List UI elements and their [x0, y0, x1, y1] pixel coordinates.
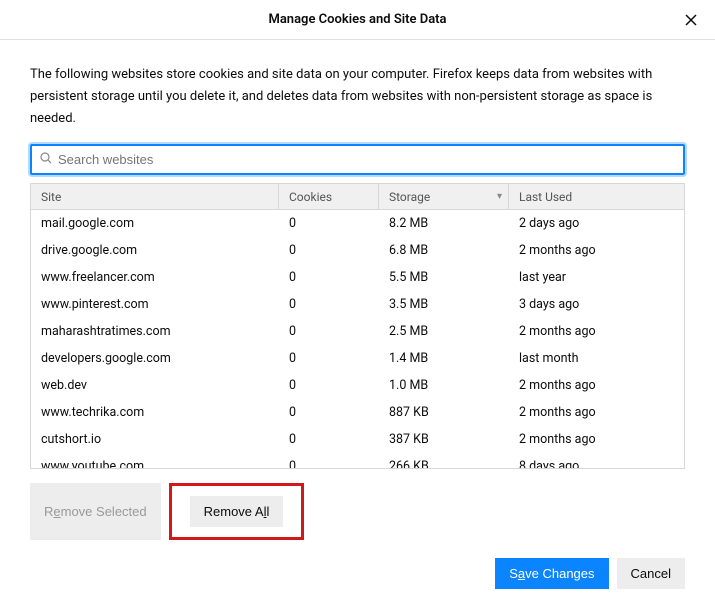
cell-storage: 1.4 MB [379, 351, 509, 366]
cell-site: developers.google.com [31, 351, 279, 366]
cell-storage: 887 KB [379, 405, 509, 420]
cell-last-used: 2 days ago [509, 216, 684, 231]
remove-selected-button[interactable]: Remove Selected [30, 483, 161, 540]
action-buttons-row: Remove Selected Remove All [30, 483, 685, 540]
close-icon [685, 14, 697, 26]
cell-storage: 387 KB [379, 432, 509, 447]
remove-all-highlight: Remove All [169, 483, 305, 540]
dialog-footer: Save Changes Cancel [0, 540, 715, 607]
column-header-label: Site [41, 190, 61, 204]
dialog-title: Manage Cookies and Site Data [268, 12, 446, 27]
cell-storage: 1.0 MB [379, 378, 509, 393]
cell-cookies: 0 [279, 459, 379, 468]
cell-storage: 2.5 MB [379, 324, 509, 339]
table-row[interactable]: maharashtratimes.com02.5 MB2 months ago [31, 318, 684, 345]
table-row[interactable]: www.youtube.com0266 KB8 days ago [31, 453, 684, 468]
table-body[interactable]: mail.google.com08.2 MB2 days agodrive.go… [31, 210, 684, 468]
cell-last-used: 3 days ago [509, 297, 684, 312]
search-icon [40, 152, 52, 167]
cell-storage: 6.8 MB [379, 243, 509, 258]
close-button[interactable] [681, 10, 701, 30]
column-header-last-used[interactable]: Last Used [509, 184, 684, 209]
cell-storage: 266 KB [379, 459, 509, 468]
cell-cookies: 0 [279, 432, 379, 447]
cell-site: web.dev [31, 378, 279, 393]
save-changes-button[interactable]: Save Changes [495, 558, 608, 589]
column-header-label: Storage [389, 190, 430, 204]
cell-storage: 3.5 MB [379, 297, 509, 312]
cell-cookies: 0 [279, 324, 379, 339]
column-header-label: Cookies [289, 190, 332, 204]
dialog-header: Manage Cookies and Site Data [0, 0, 715, 40]
dialog-content: The following websites store cookies and… [0, 40, 715, 540]
column-header-cookies[interactable]: Cookies [279, 184, 379, 209]
cell-cookies: 0 [279, 378, 379, 393]
cell-cookies: 0 [279, 270, 379, 285]
remove-all-button[interactable]: Remove All [190, 496, 284, 527]
cell-last-used: 2 months ago [509, 324, 684, 339]
cell-last-used: 2 months ago [509, 405, 684, 420]
table-row[interactable]: www.techrika.com0887 KB2 months ago [31, 399, 684, 426]
cell-site: drive.google.com [31, 243, 279, 258]
column-header-storage[interactable]: Storage ▾ [379, 184, 509, 209]
table-row[interactable]: www.freelancer.com05.5 MBlast year [31, 264, 684, 291]
cell-cookies: 0 [279, 297, 379, 312]
table-row[interactable]: cutshort.io0387 KB2 months ago [31, 426, 684, 453]
cell-storage: 8.2 MB [379, 216, 509, 231]
table-row[interactable]: developers.google.com01.4 MBlast month [31, 345, 684, 372]
cell-site: www.pinterest.com [31, 297, 279, 312]
cell-cookies: 0 [279, 351, 379, 366]
cell-site: cutshort.io [31, 432, 279, 447]
cell-last-used: last month [509, 351, 684, 366]
cell-cookies: 0 [279, 243, 379, 258]
column-header-label: Last Used [519, 190, 572, 204]
table-header-row: Site Cookies Storage ▾ Last Used [31, 184, 684, 210]
table-row[interactable]: drive.google.com06.8 MB2 months ago [31, 237, 684, 264]
cell-site: www.freelancer.com [31, 270, 279, 285]
cancel-button[interactable]: Cancel [617, 558, 685, 589]
intro-text: The following websites store cookies and… [30, 64, 685, 130]
cell-site: www.youtube.com [31, 459, 279, 468]
cell-site: mail.google.com [31, 216, 279, 231]
cell-last-used: 8 days ago [509, 459, 684, 468]
cell-last-used: 2 months ago [509, 243, 684, 258]
cell-site: www.techrika.com [31, 405, 279, 420]
cell-last-used: 2 months ago [509, 432, 684, 447]
search-input[interactable] [58, 152, 675, 167]
cell-cookies: 0 [279, 216, 379, 231]
table-row[interactable]: www.pinterest.com03.5 MB3 days ago [31, 291, 684, 318]
search-field[interactable] [30, 144, 685, 175]
column-header-site[interactable]: Site [31, 184, 279, 209]
cell-storage: 5.5 MB [379, 270, 509, 285]
table-row[interactable]: mail.google.com08.2 MB2 days ago [31, 210, 684, 237]
cell-last-used: 2 months ago [509, 378, 684, 393]
cell-last-used: last year [509, 270, 684, 285]
cell-cookies: 0 [279, 405, 379, 420]
table-row[interactable]: web.dev01.0 MB2 months ago [31, 372, 684, 399]
cell-site: maharashtratimes.com [31, 324, 279, 339]
site-data-table: Site Cookies Storage ▾ Last Used mail.go… [30, 183, 685, 469]
sort-indicator-icon: ▾ [497, 191, 502, 202]
